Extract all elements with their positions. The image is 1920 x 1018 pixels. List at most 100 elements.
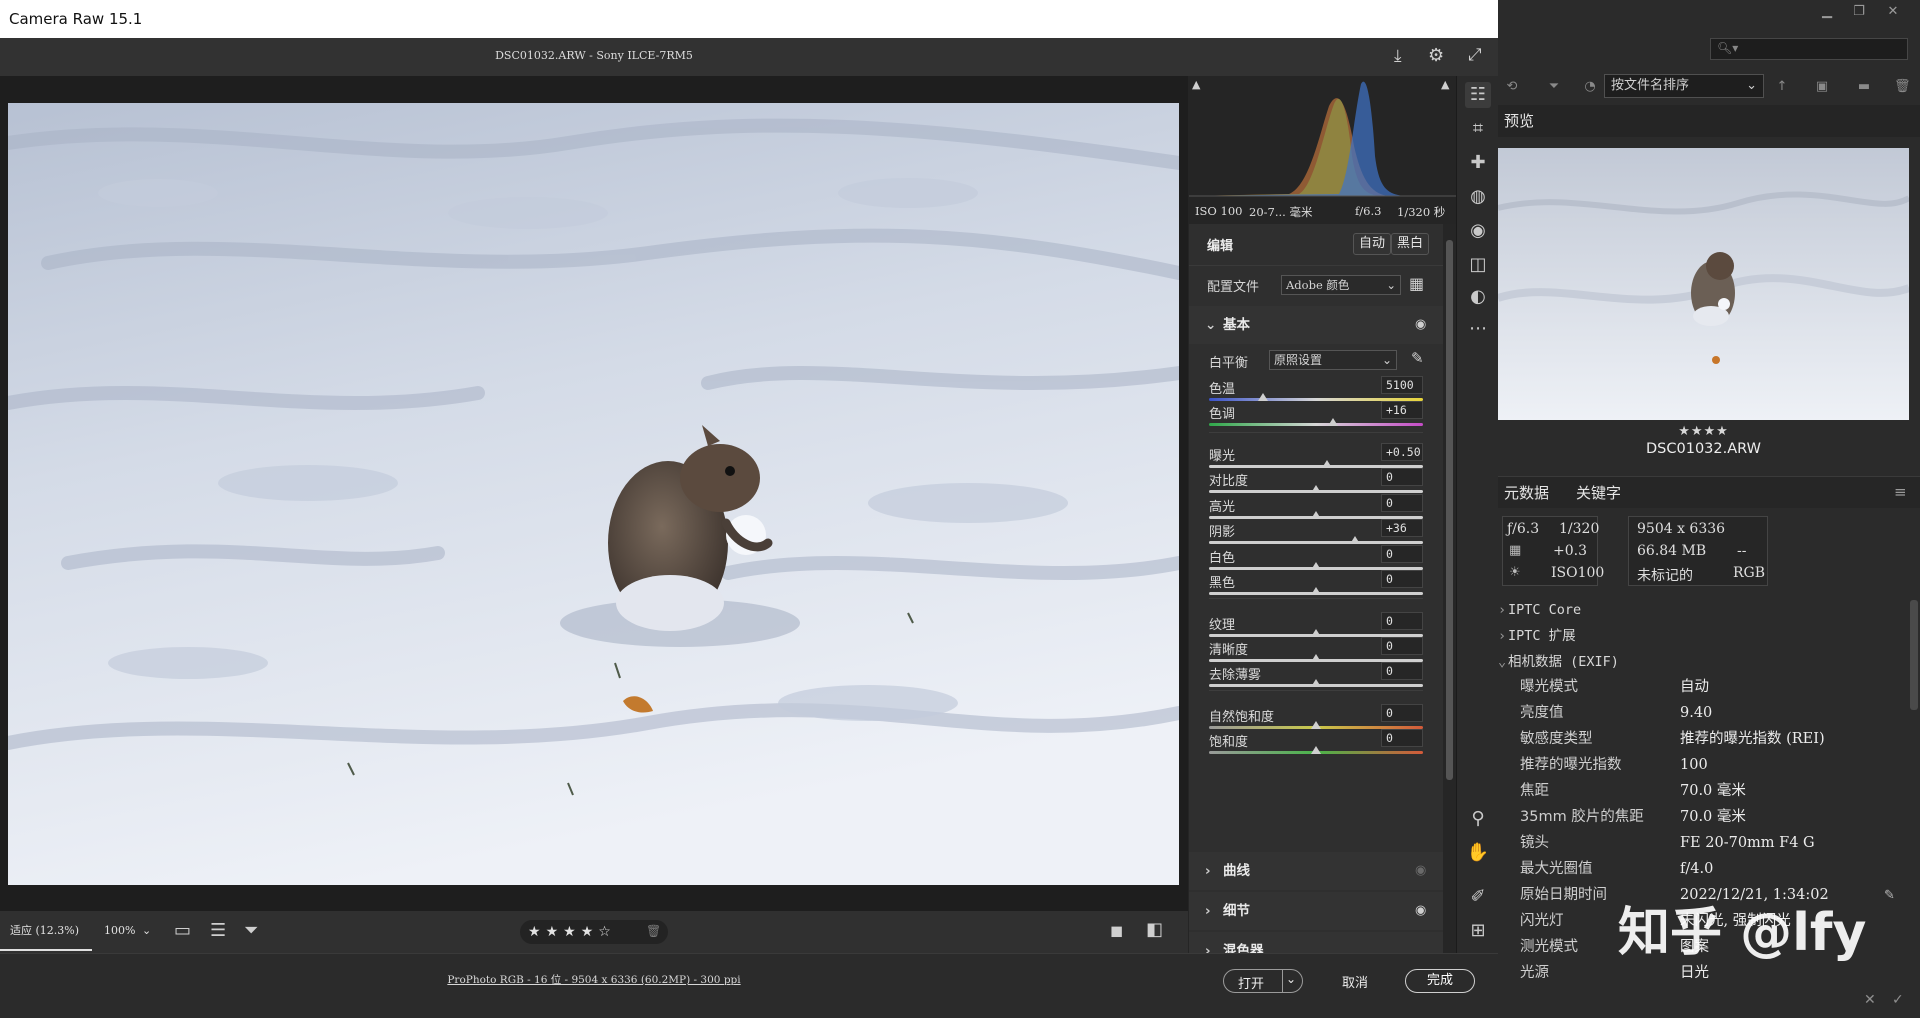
slider-thumb[interactable] xyxy=(1311,679,1321,687)
workflow-options-link[interactable]: ProPhoto RGB - 16 位 - 9504 x 6336 (60.2M… xyxy=(0,972,1188,987)
rating-star-icon[interactable]: ★ xyxy=(581,924,594,940)
slider-track[interactable] xyxy=(1209,679,1423,687)
slider-thumb[interactable] xyxy=(1311,721,1321,729)
slider-thumb[interactable] xyxy=(1311,746,1321,754)
slider-thumb[interactable] xyxy=(1349,536,1360,544)
presets-icon[interactable]: ◐ xyxy=(1465,284,1491,310)
main-photo[interactable] xyxy=(8,103,1179,885)
rating-star-icon[interactable]: ☆ xyxy=(598,924,611,940)
snapshots-icon[interactable]: ◫ xyxy=(1465,252,1491,278)
slider-value-input[interactable]: 0 xyxy=(1381,637,1423,655)
panel-scrollbar[interactable] xyxy=(1443,224,1456,954)
mask-icon[interactable]: ◍ xyxy=(1465,184,1491,210)
slider-blacks[interactable]: 黑色 0 xyxy=(1189,570,1445,601)
eye-icon[interactable]: ◉ xyxy=(1415,306,1426,344)
tree-iptc-core[interactable]: › IPTC Core xyxy=(1498,597,1920,623)
slider-thumb[interactable] xyxy=(1311,587,1321,595)
filmstrip-icon[interactable]: ▭ xyxy=(174,920,191,941)
save-image-icon[interactable]: ⤓ xyxy=(1394,46,1402,66)
rating-star-icon[interactable]: ★ xyxy=(528,924,541,940)
sampler-icon[interactable]: ✐ xyxy=(1465,884,1491,910)
profile-select[interactable]: Adobe 颜色 ⌄ xyxy=(1281,275,1401,295)
section-detail[interactable]: › 细节 ◉ xyxy=(1189,892,1445,930)
slider-value-input[interactable]: +36 xyxy=(1381,519,1423,537)
cancel-button[interactable]: 取消 xyxy=(1342,972,1368,991)
slider-track[interactable] xyxy=(1209,746,1423,754)
minimize-icon[interactable]: ▁ xyxy=(1816,4,1838,20)
rating-control[interactable]: ★ ★ ★ ★ ☆ 🗑︎ xyxy=(520,920,668,944)
edit-pencil-icon[interactable]: ✎ xyxy=(1884,888,1895,903)
slider-value-input[interactable]: 0 xyxy=(1381,729,1423,747)
slider-value-input[interactable]: 0 xyxy=(1381,468,1423,486)
wb-select[interactable]: 原照设置 ⌄ xyxy=(1269,350,1397,370)
healing-icon[interactable]: ✚ xyxy=(1465,150,1491,176)
rating-filter-icon[interactable]: ◔ xyxy=(1582,80,1598,94)
slider-value-input[interactable]: 0 xyxy=(1381,612,1423,630)
profile-browser-icon[interactable]: ▦ xyxy=(1409,274,1424,293)
sort-select[interactable]: 按文件名排序 ⌄ xyxy=(1604,74,1764,98)
restore-icon[interactable]: ❐ xyxy=(1848,4,1870,20)
edit-sliders-icon[interactable]: ☷ xyxy=(1465,82,1491,108)
grid-icon[interactable]: ⊞ xyxy=(1465,918,1491,944)
tree-exif[interactable]: ⌄ 相机数据 (EXIF) xyxy=(1498,649,1920,675)
slider-value-input[interactable]: 0 xyxy=(1381,494,1423,512)
slider-thumb[interactable] xyxy=(1311,629,1321,637)
eye-icon[interactable]: ◉ xyxy=(1415,892,1426,930)
slider-value-input[interactable]: 5100 xyxy=(1381,376,1423,394)
rating-star-icon[interactable]: ★ xyxy=(546,924,559,940)
done-button[interactable]: 完成 xyxy=(1405,969,1475,993)
fullscreen-icon[interactable]: ⤢ xyxy=(1468,45,1482,65)
metadata-scrollbar[interactable] xyxy=(1910,600,1918,710)
hand-icon[interactable]: ✋ xyxy=(1465,840,1491,866)
open-options-chevron-icon[interactable]: ⌄ xyxy=(1286,972,1296,986)
single-view-icon[interactable]: ◼ xyxy=(1110,921,1123,940)
rating-star-icon[interactable]: ★ xyxy=(563,924,576,940)
more-icon[interactable]: ⋯ xyxy=(1465,316,1491,342)
tab-keywords[interactable]: 关键字 xyxy=(1570,477,1627,509)
before-after-icon[interactable]: ◧ xyxy=(1146,919,1163,940)
zoom-100-button[interactable]: 100% ⌄ xyxy=(96,911,156,951)
auto-button[interactable]: 自动 xyxy=(1353,233,1392,255)
bw-button[interactable]: 黑白 xyxy=(1391,233,1430,255)
section-mixer[interactable]: › 混色器 xyxy=(1189,932,1445,954)
search-input[interactable]: 🔍︎▾ xyxy=(1710,38,1908,60)
slider-saturation[interactable]: 饱和度 0 xyxy=(1189,729,1445,760)
slider-thumb[interactable] xyxy=(1311,654,1321,662)
slider-value-input[interactable]: 0 xyxy=(1381,662,1423,680)
slider-thumb[interactable] xyxy=(1321,460,1332,468)
slider-thumb[interactable] xyxy=(1328,418,1339,426)
zoom-icon[interactable]: ⚲ xyxy=(1465,806,1491,832)
delete-icon[interactable]: 🗑︎ xyxy=(646,924,661,938)
rotate-icon[interactable]: ⟲ xyxy=(1504,80,1520,94)
slider-tint[interactable]: 色调 +16 xyxy=(1189,401,1445,432)
slider-track[interactable] xyxy=(1209,418,1423,426)
tab-preview[interactable]: 预览 xyxy=(1498,105,1540,137)
settings-gear-icon[interactable]: ⚙ xyxy=(1428,45,1444,66)
filter-icon[interactable]: ⏷ xyxy=(244,920,258,941)
apply-check-icon[interactable]: ✓ xyxy=(1892,992,1904,1008)
slider-thumb[interactable] xyxy=(1311,562,1321,570)
open-button[interactable]: 打开 xyxy=(1238,973,1264,992)
filter-icon[interactable]: ⏷ xyxy=(1546,80,1562,94)
panel-menu-icon[interactable]: ≡ xyxy=(1894,483,1907,501)
zoom-fit-button[interactable]: 适应 (12.3%) xyxy=(0,911,92,951)
slider-thumb[interactable] xyxy=(1257,393,1268,401)
trash-icon[interactable]: 🗑︎ xyxy=(1894,80,1911,94)
section-basic[interactable]: ⌄ 基本 ◉ xyxy=(1189,306,1445,344)
scroll-thumb[interactable] xyxy=(1446,240,1453,780)
slider-value-input[interactable]: 0 xyxy=(1381,704,1423,722)
tab-metadata[interactable]: 元数据 xyxy=(1498,477,1555,509)
sort-icon[interactable]: ☰ xyxy=(210,920,226,941)
slider-value-input[interactable]: +16 xyxy=(1381,401,1423,419)
slider-value-input[interactable]: +0.50 xyxy=(1381,443,1423,461)
slider-track[interactable] xyxy=(1209,485,1423,493)
folder-icon[interactable]: ▬ xyxy=(1856,80,1872,94)
new-folder-icon[interactable]: ▣ xyxy=(1814,80,1830,94)
slider-value-input[interactable]: 0 xyxy=(1381,570,1423,588)
slider-track[interactable] xyxy=(1209,587,1423,595)
tree-iptc-extension[interactable]: › IPTC 扩展 xyxy=(1498,623,1920,649)
slider-thumb[interactable] xyxy=(1311,511,1321,519)
slider-dehaze[interactable]: 去除薄雾 0 xyxy=(1189,662,1445,693)
eyedropper-icon[interactable]: ✎ xyxy=(1411,349,1424,367)
red-eye-icon[interactable]: ◉ xyxy=(1465,218,1491,244)
